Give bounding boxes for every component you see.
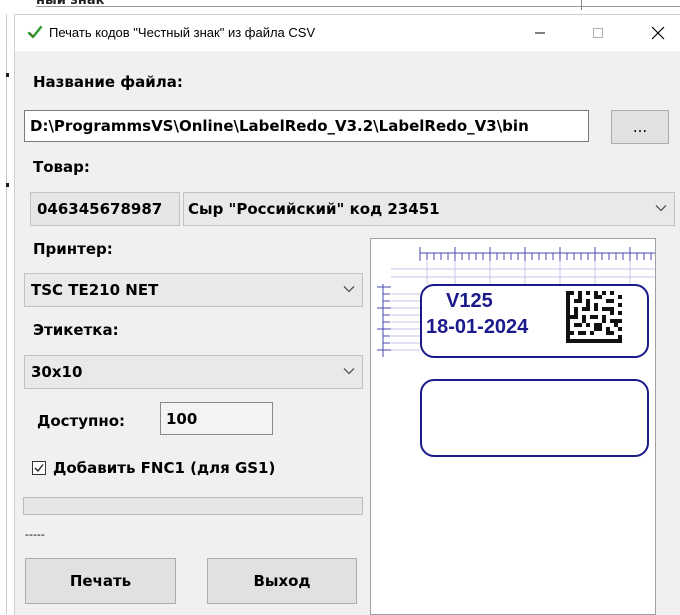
- product-select[interactable]: Сыр "Российский" код 23451: [183, 192, 675, 226]
- close-icon: [651, 26, 665, 40]
- datamatrix-code: [566, 291, 622, 343]
- available-label: Доступно:: [37, 412, 126, 430]
- close-button[interactable]: [635, 15, 680, 51]
- checkbox-checked-icon[interactable]: [32, 461, 46, 475]
- printer-value: TSC TE210 NET: [31, 281, 159, 299]
- window-title: Печать кодов "Честный знак" из файла CSV: [49, 25, 316, 40]
- product-label: Товар:: [33, 158, 90, 176]
- chevron-down-icon: [655, 205, 667, 212]
- minimize-icon: [535, 32, 545, 34]
- maximize-icon: [593, 28, 603, 38]
- background-tick: [581, 0, 582, 10]
- printer-label: Принтер:: [33, 240, 113, 258]
- label-preview: V125 18-01-2024: [370, 238, 656, 615]
- print-dialog: Печать кодов "Честный знак" из файла CSV…: [14, 14, 680, 615]
- file-path-value: D:\ProgrammsVS\Online\LabelRedo_V3.2\Lab…: [30, 117, 529, 135]
- available-value: 100: [166, 409, 198, 428]
- fnc1-label: Добавить FNC1 (для GS1): [53, 459, 276, 477]
- file-label: Название файла:: [33, 73, 183, 91]
- product-code-field: 046345678987: [30, 192, 180, 226]
- exit-button[interactable]: Выход: [207, 558, 357, 604]
- available-input[interactable]: 100: [160, 402, 273, 435]
- file-path-input[interactable]: D:\ProgrammsVS\Online\LabelRedo_V3.2\Lab…: [24, 110, 589, 142]
- print-button[interactable]: Печать: [25, 558, 176, 604]
- product-code-value: 046345678987: [37, 200, 163, 218]
- background-divider: [36, 6, 680, 7]
- label-type-select[interactable]: 30x10: [24, 355, 363, 389]
- background-marker: [6, 183, 9, 187]
- maximize-button[interactable]: [575, 15, 621, 51]
- product-name-value: Сыр "Российский" код 23451: [188, 200, 440, 218]
- progress-bar: [23, 497, 363, 515]
- label-type-value: 30x10: [31, 363, 83, 381]
- browse-button[interactable]: ...: [611, 110, 669, 144]
- label-preview-1: V125 18-01-2024: [420, 284, 649, 358]
- label-text-line1: V125: [446, 290, 493, 312]
- background-window: ный знак: [0, 0, 680, 14]
- chevron-down-icon: [343, 368, 355, 375]
- printer-select[interactable]: TSC TE210 NET: [24, 273, 363, 307]
- minimize-button[interactable]: [517, 15, 563, 51]
- label-preview-2: [420, 379, 649, 457]
- background-edge: [6, 14, 7, 614]
- title-bar[interactable]: Печать кодов "Честный знак" из файла CSV: [15, 15, 680, 51]
- status-text: -----: [25, 528, 45, 541]
- label-type-label: Этикетка:: [33, 321, 119, 339]
- label-text-line2: 18-01-2024: [426, 316, 529, 338]
- background-marker: [6, 73, 9, 77]
- fnc1-checkbox[interactable]: Добавить FNC1 (для GS1): [32, 459, 275, 477]
- checkmark-app-icon: [27, 25, 43, 39]
- chevron-down-icon: [343, 286, 355, 293]
